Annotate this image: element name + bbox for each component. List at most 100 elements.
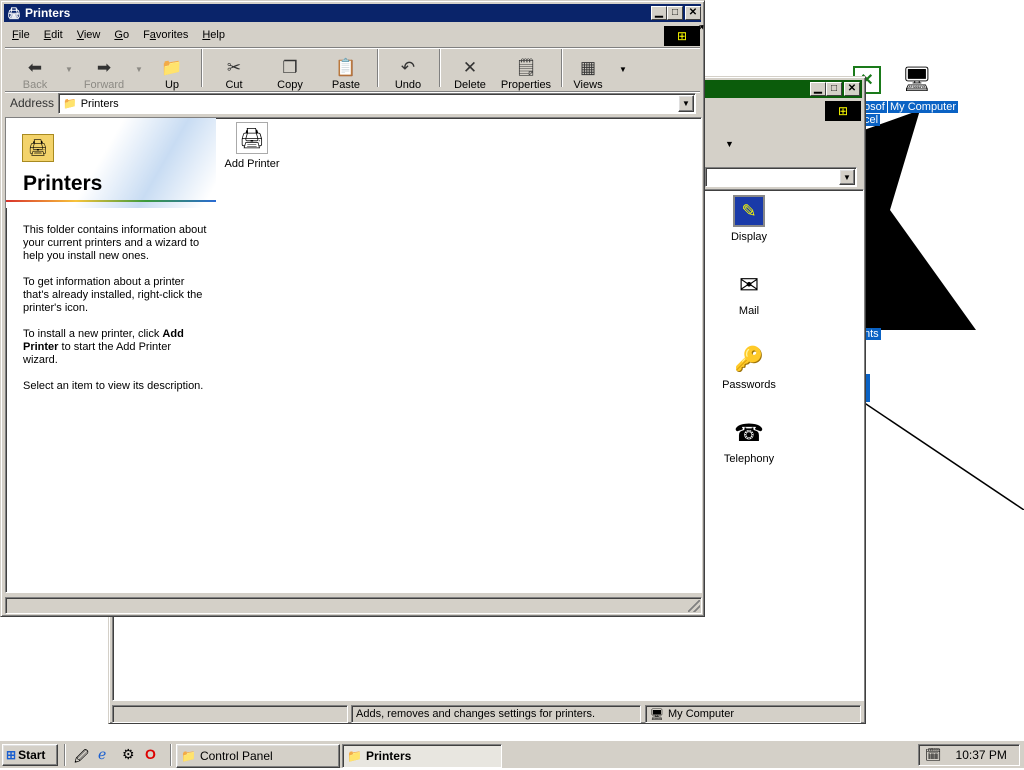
address-combobox[interactable]: 📁 Printers ▼ <box>58 93 696 114</box>
quick-launch-desktop-icon[interactable]: 🖉 <box>74 746 89 770</box>
printers-folder-large-icon: 🖨 <box>22 134 54 162</box>
quick-launch-opera-icon[interactable]: O <box>145 746 156 762</box>
back-arrow-icon: ⬅ <box>27 58 43 77</box>
status-zone-label: My Computer <box>667 708 734 720</box>
quick-launch-ie-icon[interactable]: ℯ <box>98 746 106 763</box>
control-panel-item-mail[interactable]: ✉ Mail <box>709 269 789 318</box>
menu-bar: File Edit View Go Favorites Help <box>5 25 700 45</box>
paste-button[interactable]: 📋 Paste <box>325 51 367 92</box>
menu-help[interactable]: Help <box>195 29 232 41</box>
address-dropdown-button[interactable]: ▼ <box>678 95 694 112</box>
minimize-button[interactable]: ▁ <box>810 82 826 96</box>
toolbar-views-dropdown[interactable]: ▼ <box>725 139 734 149</box>
properties-icon: 🗒 <box>515 58 537 77</box>
add-printer-item[interactable]: 🖨 Add Printer <box>212 122 292 170</box>
up-folder-icon: 📁 <box>161 58 183 77</box>
status-bar-zone: 🖥 My Computer <box>645 705 861 723</box>
delete-button[interactable]: ✕ Delete <box>449 51 491 92</box>
add-printer-icon: 🖨 <box>236 122 268 154</box>
item-label: Telephony <box>723 453 775 465</box>
printers-titlebar[interactable]: 🖨 Printers ▁ □ ✕ <box>4 4 701 22</box>
windows-logo-icon: ⊞ <box>825 101 861 121</box>
menu-favorites[interactable]: Favorites <box>136 29 195 41</box>
address-value[interactable]: Printers <box>81 98 119 110</box>
desktop-label-my-computer: My Computer <box>888 101 959 113</box>
forward-arrow-icon: ➡ <box>96 58 112 77</box>
panel-paragraph: To install a new printer, click Add Prin… <box>23 328 184 366</box>
mail-icon: ✉ <box>738 271 760 299</box>
windows-logo-icon: ⊞ <box>6 748 17 762</box>
status-bar-text: Adds, removes and changes settings for p… <box>351 705 641 723</box>
passwords-icon: 🔑 <box>734 345 764 373</box>
paste-icon: 📋 <box>335 58 357 77</box>
address-label: Address <box>10 96 55 110</box>
printers-folder-icon: 📁 <box>347 749 362 763</box>
copy-button[interactable]: ❐ Copy <box>269 51 311 92</box>
tray-scheduler-icon[interactable]: 🗓 <box>925 747 942 763</box>
forward-dropdown[interactable]: ▼ <box>135 65 143 74</box>
folder-content: 🖨 Printers This folder contains informat… <box>5 117 702 593</box>
toolbar-divider <box>5 47 700 49</box>
maximize-button[interactable]: □ <box>667 6 683 20</box>
my-computer-icon: 🖥 <box>650 709 664 721</box>
scissors-icon: ✂ <box>226 58 242 77</box>
display-icon: ✎ <box>733 195 765 227</box>
item-label: Passwords <box>722 379 776 391</box>
control-panel-icon: 📁 <box>181 749 196 763</box>
desktop-wallpaper-art <box>860 110 1024 510</box>
panel-title-rule <box>6 200 216 202</box>
window-title: Printers <box>24 6 71 20</box>
start-button[interactable]: ⊞ Start <box>2 744 58 766</box>
views-dropdown[interactable]: ▼ <box>619 65 627 74</box>
task-button-printers[interactable]: 📁 Printers <box>342 744 502 768</box>
panel-description: This folder contains information about y… <box>23 224 207 393</box>
forward-button[interactable]: ➡ Forward <box>81 51 127 92</box>
menu-edit[interactable]: Edit <box>37 29 70 41</box>
control-panel-item-telephony[interactable]: ☎ Telephony <box>709 417 789 466</box>
up-button[interactable]: 📁 Up <box>153 51 191 92</box>
menu-view[interactable]: View <box>70 29 108 41</box>
maximize-button[interactable]: □ <box>826 82 842 96</box>
status-bar-left <box>112 705 348 723</box>
item-label: Mail <box>738 305 760 317</box>
copy-icon: ❐ <box>282 58 298 77</box>
resize-grip-icon[interactable] <box>688 600 700 612</box>
properties-button[interactable]: 🗒 Properties <box>499 51 553 92</box>
panel-title: Printers <box>23 172 103 195</box>
web-view-panel: 🖨 Printers This folder contains informat… <box>6 118 216 588</box>
close-button[interactable]: ✕ <box>685 6 701 20</box>
undo-button[interactable]: ↶ Undo <box>387 51 429 92</box>
task-divider <box>170 744 172 766</box>
control-panel-item-passwords[interactable]: 🔑 Passwords <box>709 343 789 392</box>
control-panel-item-display[interactable]: ✎ Display <box>709 195 789 243</box>
clock[interactable]: 10:37 PM <box>956 748 1007 762</box>
delete-x-icon: ✕ <box>462 58 478 77</box>
panel-paragraph: Select an item to view its description. <box>23 380 204 392</box>
item-label: Add Printer <box>224 158 280 170</box>
task-button-control-panel[interactable]: 📁 Control Panel <box>176 744 340 768</box>
status-bar <box>5 597 702 614</box>
address-dropdown-button[interactable]: ▼ <box>839 169 855 185</box>
minimize-button[interactable]: ▁ <box>651 6 667 20</box>
printers-window[interactable]: 🖨 Printers ▁ □ ✕ File Edit View Go Favor… <box>0 0 705 617</box>
desktop-icon-my-computer[interactable]: 🖥 <box>900 64 934 94</box>
menu-file[interactable]: File <box>5 29 37 41</box>
views-button[interactable]: ▦ Views <box>569 51 607 92</box>
back-button[interactable]: ⬅ Back <box>15 51 55 92</box>
undo-icon: ↶ <box>400 58 416 77</box>
close-button[interactable]: ✕ <box>844 82 860 96</box>
telephony-icon: ☎ <box>734 419 764 447</box>
folder-printers-icon: 🖨 <box>7 7 21 20</box>
address-combobox[interactable]: ▼ <box>705 167 857 187</box>
quick-launch-channels-icon[interactable]: ⚙ <box>122 746 135 763</box>
mouse-cursor-icon: ➚ <box>694 20 706 36</box>
system-tray: 🗓 10:37 PM <box>918 744 1020 766</box>
item-label: Display <box>730 231 768 243</box>
cut-button[interactable]: ✂ Cut <box>215 51 253 92</box>
printers-folder-icon: 📁 <box>63 98 77 110</box>
views-grid-icon: ▦ <box>579 58 597 77</box>
my-computer-icon: 🖥 <box>901 65 933 93</box>
taskbar: ⊞ Start 🖉 ℯ ⚙ O 📁 Control Panel 📁 Printers … <box>0 740 1024 768</box>
menu-go[interactable]: Go <box>107 29 136 41</box>
back-dropdown[interactable]: ▼ <box>65 65 73 74</box>
